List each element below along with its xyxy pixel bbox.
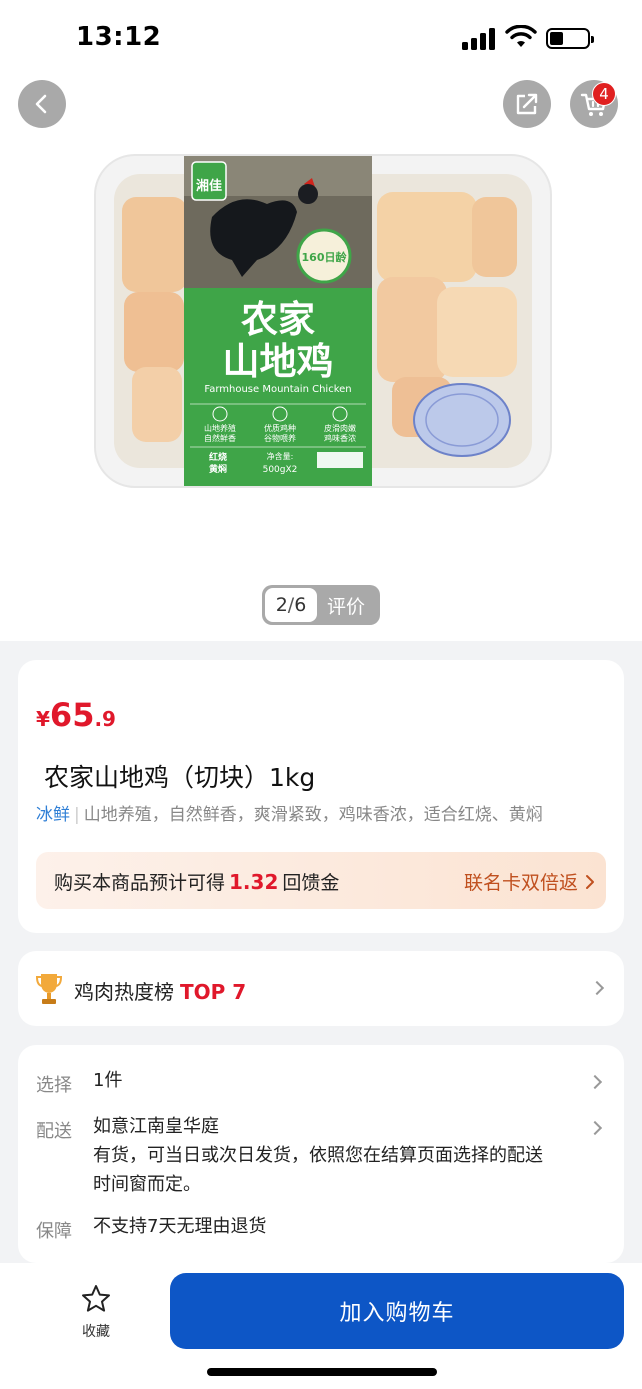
bottom-action-bar: 收藏 加入购物车 [0, 1263, 642, 1389]
chevron-right-icon [589, 980, 605, 996]
product-title: 农家山地鸡（切块）1kg [44, 763, 316, 792]
package-net-label: 净含量: [267, 451, 294, 461]
price-integer: 65 [49, 696, 95, 734]
chevron-right-icon [586, 875, 594, 889]
star-icon [82, 1285, 110, 1312]
price-info-card: ¥65.9 农家山地鸡（切块）1kg 冰鲜 | 山地养殖，自然鲜香，爽滑紧致，鸡味香… [18, 660, 624, 933]
select-label: 选择 [36, 1075, 72, 1096]
delivery-label: 配送 [36, 1121, 72, 1142]
favorite-button[interactable]: 收藏 [70, 1283, 122, 1341]
delivery-note-line2: 时间窗而定。 [93, 1174, 201, 1195]
chevron-right-icon[interactable] [587, 1120, 603, 1136]
package-title-en: Farmhouse Mountain Chicken [204, 384, 351, 395]
status-bar: 13:12 [0, 0, 642, 74]
cashback-amount: 1.32 [229, 870, 279, 894]
home-indicator [207, 1368, 437, 1376]
delivery-note-line1: 有货，可当日或次日发货，依照您在结算页面选择的配送 [93, 1145, 543, 1166]
total-pages: 6 [294, 594, 307, 616]
gallery-page-indicator[interactable]: 2/6 评价 [262, 585, 380, 625]
price: ¥65.9 [36, 696, 116, 734]
status-time: 13:12 [76, 22, 162, 52]
delivery-address: 如意江南皇华庭 [93, 1116, 219, 1137]
cobrand-card-label: 联名卡双倍返 [463, 872, 578, 894]
package-title-line1: 农家 [241, 298, 315, 341]
share-button[interactable] [503, 80, 551, 128]
page-counter: 2/6 [265, 588, 317, 622]
battery-icon [546, 28, 594, 49]
cashback-banner[interactable]: 购买本商品预计可得 1.32 回馈金 联名卡双倍返 [36, 852, 606, 909]
package-brand: 湘佳 [196, 178, 222, 194]
add-to-cart-button[interactable]: 加入购物车 [170, 1273, 624, 1349]
ranking-card[interactable]: 鸡肉热度榜 TOP 7 [18, 951, 624, 1026]
product-subtitle: 冰鲜 | 山地养殖，自然鲜香，爽滑紧致，鸡味香浓，适合红烧、黄焖 [36, 800, 543, 825]
delivery-info[interactable]: 如意江南皇华庭 有货，可当日或次日发货，依照您在结算页面选择的配送 时间窗而定。 [93, 1112, 543, 1199]
spec-card: 选择 1件 配送 如意江南皇华庭 有货，可当日或次日发货，依照您在结算页面选择的… [18, 1045, 624, 1263]
cashback-suffix: 回馈金 [282, 872, 340, 894]
package-net-value: 500gX2 [263, 465, 298, 475]
back-arrow-icon [35, 94, 47, 114]
cobrand-card-link[interactable]: 联名卡双倍返 [464, 868, 596, 895]
product-gallery[interactable]: 13:12 4 湘佳 160日龄 农家 山地鸡 Farmhouse Mounta… [0, 0, 642, 641]
cashback-text: 购买本商品预计可得 1.32 回馈金 [54, 868, 339, 895]
favorite-label: 收藏 [82, 1324, 110, 1340]
price-symbol: ¥ [36, 707, 50, 731]
wifi-icon [505, 25, 537, 47]
reviews-tab[interactable]: 评价 [327, 592, 365, 619]
chevron-right-icon[interactable] [587, 1074, 603, 1090]
guarantee-value: 不支持7天无理由退货 [93, 1216, 267, 1237]
package-title-line2: 山地鸡 [223, 340, 334, 383]
trophy-icon [36, 974, 62, 1004]
product-description: 山地养殖，自然鲜香，爽滑紧致，鸡味香浓，适合红烧、黄焖 [83, 805, 543, 825]
price-decimal: .9 [94, 707, 116, 731]
cashback-prefix: 购买本商品预计可得 [54, 872, 226, 894]
select-value[interactable]: 1件 [93, 1066, 122, 1095]
ranking-text: 鸡肉热度榜 TOP 7 [74, 976, 246, 1005]
ranking-position: TOP 7 [180, 980, 247, 1004]
chilled-tag: 冰鲜 [36, 805, 70, 825]
cellular-signal-icon [462, 28, 496, 50]
share-icon [516, 93, 538, 115]
product-image[interactable]: 湘佳 160日龄 农家 山地鸡 Farmhouse Mountain Chick… [92, 152, 554, 490]
current-page: 2 [275, 594, 288, 616]
cart-count-badge: 4 [592, 82, 616, 106]
back-button[interactable] [18, 80, 66, 128]
ranking-label: 鸡肉热度榜 [74, 980, 174, 1004]
package-age-badge: 160日龄 [302, 250, 348, 264]
subtitle-divider: | [74, 805, 80, 825]
guarantee-label: 保障 [36, 1221, 72, 1242]
